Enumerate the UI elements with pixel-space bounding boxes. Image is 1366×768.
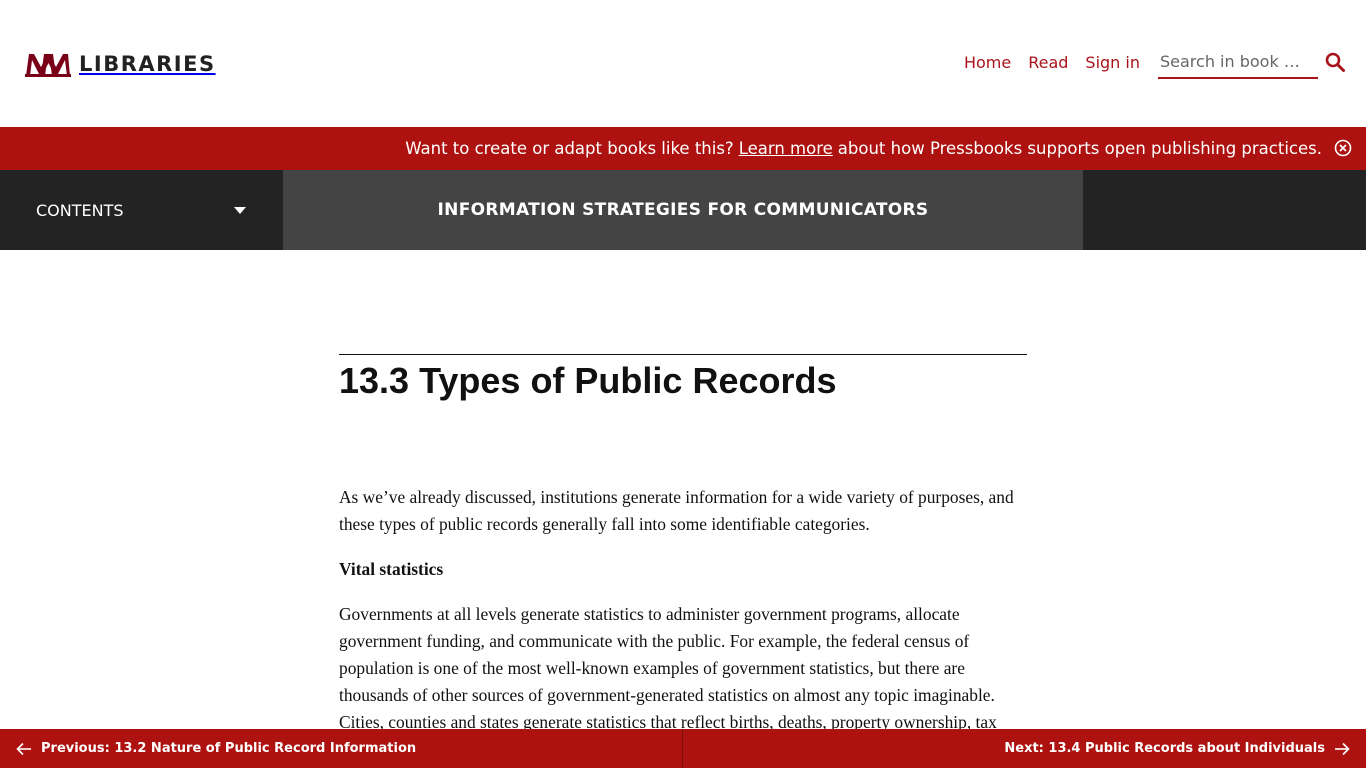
footer-divider [682, 729, 683, 768]
previous-chapter-link[interactable]: Previous: 13.2 Nature of Public Record I… [16, 729, 416, 768]
libraries-logo[interactable]: LIBRARIES [25, 50, 216, 78]
open-publishing-banner: Want to create or adapt books like this?… [0, 127, 1366, 170]
search-button[interactable] [1324, 51, 1346, 73]
nav-home-link[interactable]: Home [964, 53, 1011, 72]
next-chapter-link[interactable]: Next: 13.4 Public Records about Individu… [1004, 729, 1350, 768]
search-icon [1325, 52, 1345, 72]
book-title-link[interactable]: INFORMATION STRATEGIES FOR COMMUNICATORS [283, 170, 1083, 250]
search-form [1158, 45, 1346, 79]
logo-text: LIBRARIES [79, 52, 216, 76]
chapter-body: As we’ve already discussed, institutions… [339, 484, 1027, 754]
banner-learn-more-link[interactable]: Learn more [739, 139, 833, 158]
arrow-right-icon [1335, 742, 1350, 755]
caret-down-icon [234, 207, 246, 214]
banner-text-before: Want to create or adapt books like this? [405, 139, 734, 158]
close-circle-icon[interactable] [1334, 139, 1352, 157]
chapter-title: 13.3 Types of Public Records [339, 360, 837, 401]
site-header: LIBRARIES Home Read Sign in [0, 0, 1366, 127]
chapter-pagination: Previous: 13.2 Nature of Public Record I… [0, 729, 1366, 768]
contents-label: CONTENTS [36, 200, 124, 220]
body-paragraph: Governments at all levels generate stati… [339, 604, 997, 732]
next-chapter-label: Next: 13.4 Public Records about Individu… [1004, 741, 1325, 756]
nav-sign-in-link[interactable]: Sign in [1085, 53, 1140, 72]
section-subhead: Vital statistics [339, 559, 444, 579]
intro-paragraph: As we’ve already discussed, institutions… [339, 487, 1014, 534]
previous-chapter-label: Previous: 13.2 Nature of Public Record I… [41, 741, 417, 756]
arrow-left-icon [16, 742, 31, 755]
university-m-logo-icon [25, 54, 71, 77]
chapter-divider [339, 354, 1027, 355]
contents-toggle-button[interactable]: CONTENTS [0, 170, 283, 250]
search-input[interactable] [1158, 45, 1318, 79]
banner-text-after: about how Pressbooks supports open publi… [837, 139, 1322, 158]
nav-read-link[interactable]: Read [1028, 53, 1068, 72]
top-nav: Home Read Sign in [964, 44, 1346, 80]
book-navigation-bar: CONTENTS INFORMATION STRATEGIES FOR COMM… [0, 170, 1366, 250]
